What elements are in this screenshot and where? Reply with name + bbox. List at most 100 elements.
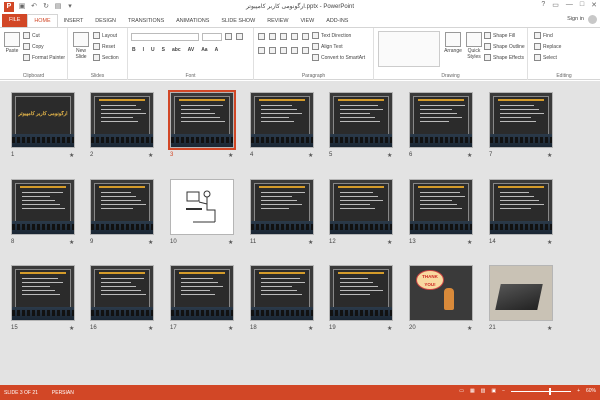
animation-star-icon[interactable]: ★ — [148, 325, 153, 332]
zoom-in-icon[interactable]: + — [577, 388, 580, 394]
bullets-icon[interactable] — [258, 33, 265, 40]
animation-star-icon[interactable]: ★ — [547, 325, 552, 332]
animation-star-icon[interactable]: ★ — [148, 152, 153, 159]
animation-star-icon[interactable]: ★ — [547, 152, 552, 159]
grow-font-button[interactable] — [225, 33, 232, 40]
underline-button[interactable]: U — [151, 47, 155, 53]
ribbon-display-icon[interactable]: ▭ — [552, 1, 559, 9]
slide-thumbnail[interactable] — [489, 265, 553, 321]
language-indicator[interactable]: PERSIAN — [52, 390, 74, 396]
reset-button[interactable]: Reset — [93, 43, 115, 50]
shapes-gallery[interactable] — [378, 31, 440, 67]
slideshow-icon[interactable]: ▣ — [491, 388, 496, 394]
tab-insert[interactable]: INSERT — [58, 15, 90, 27]
convert-smartart-button[interactable]: Convert to SmartArt — [312, 54, 365, 61]
animation-star-icon[interactable]: ★ — [308, 325, 313, 332]
animation-star-icon[interactable]: ★ — [308, 152, 313, 159]
slide-thumbnail[interactable] — [170, 179, 234, 235]
animation-star-icon[interactable]: ★ — [69, 239, 74, 246]
shadow-button[interactable]: abc — [172, 47, 181, 53]
char-spacing-button[interactable]: AV — [188, 47, 195, 53]
close-icon[interactable]: ✕ — [591, 1, 597, 9]
animation-star-icon[interactable]: ★ — [467, 325, 472, 332]
change-case-button[interactable]: Aa — [201, 47, 207, 53]
slide-thumbnail[interactable] — [409, 92, 473, 148]
arrange-button[interactable]: Arrange — [442, 32, 464, 54]
slide-thumbnail[interactable] — [409, 179, 473, 235]
avatar[interactable] — [588, 15, 597, 24]
line-spacing-icon[interactable] — [302, 33, 309, 40]
animation-star-icon[interactable]: ★ — [228, 239, 233, 246]
bold-button[interactable]: B — [132, 47, 136, 53]
slide-thumbnail[interactable] — [90, 265, 154, 321]
slide-thumbnail[interactable] — [11, 179, 75, 235]
font-name-select[interactable] — [131, 33, 199, 41]
reading-view-icon[interactable]: ▥ — [481, 388, 486, 394]
align-left-icon[interactable] — [258, 47, 265, 54]
tab-animations[interactable]: ANIMATIONS — [170, 15, 215, 27]
numbering-icon[interactable] — [269, 33, 276, 40]
tab-file[interactable]: FILE — [2, 14, 28, 27]
animation-star-icon[interactable]: ★ — [387, 239, 392, 246]
copy-button[interactable]: Copy — [23, 43, 44, 50]
replace-button[interactable]: Replace — [534, 43, 561, 50]
shape-effects-button[interactable]: Shape Effects — [484, 54, 524, 61]
normal-view-icon[interactable]: ▭ — [459, 388, 464, 394]
tab-slide-show[interactable]: SLIDE SHOW — [215, 15, 261, 27]
cut-button[interactable]: Cut — [23, 32, 40, 39]
format-painter-button[interactable]: Format Painter — [23, 54, 65, 61]
new-slide-button[interactable]: New Slide — [71, 32, 91, 60]
select-button[interactable]: Select — [534, 54, 557, 61]
align-center-icon[interactable] — [269, 47, 276, 54]
font-color-button[interactable]: A — [215, 47, 219, 53]
animation-star-icon[interactable]: ★ — [467, 152, 472, 159]
animation-star-icon[interactable]: ★ — [387, 325, 392, 332]
slide-thumbnail[interactable] — [250, 265, 314, 321]
section-button[interactable]: Section — [93, 54, 119, 61]
slide-thumbnail[interactable] — [250, 179, 314, 235]
slide-thumbnail[interactable]: ارگونومی کاربر کامپیوتر — [11, 92, 75, 148]
increase-indent-icon[interactable] — [291, 33, 298, 40]
tab-transitions[interactable]: TRANSITIONS — [122, 15, 170, 27]
slide-thumbnail[interactable] — [250, 92, 314, 148]
animation-star-icon[interactable]: ★ — [308, 239, 313, 246]
slide-thumbnail[interactable] — [170, 265, 234, 321]
tab-view[interactable]: VIEW — [294, 15, 320, 27]
animation-star-icon[interactable]: ★ — [148, 239, 153, 246]
animation-star-icon[interactable]: ★ — [228, 325, 233, 332]
paste-button[interactable]: Paste — [3, 32, 21, 54]
maximize-icon[interactable]: □ — [580, 1, 584, 9]
slide-thumbnail[interactable] — [329, 92, 393, 148]
animation-star-icon[interactable]: ★ — [69, 325, 74, 332]
sign-in-link[interactable]: Sign in — [567, 16, 584, 22]
justify-icon[interactable] — [291, 47, 298, 54]
tab-review[interactable]: REVIEW — [261, 15, 294, 27]
zoom-slider[interactable] — [511, 387, 572, 395]
slide-thumbnail[interactable] — [90, 179, 154, 235]
slide-thumbnail[interactable] — [11, 265, 75, 321]
italic-button[interactable]: I — [143, 47, 144, 53]
animation-star-icon[interactable]: ★ — [547, 239, 552, 246]
tab-home[interactable]: HOME — [27, 14, 58, 27]
text-direction-button[interactable]: Text Direction — [312, 32, 351, 39]
strikethrough-button[interactable]: S — [162, 47, 165, 53]
align-text-button[interactable]: Align Text — [312, 43, 343, 50]
decrease-indent-icon[interactable] — [280, 33, 287, 40]
shrink-font-button[interactable] — [236, 33, 243, 40]
layout-button[interactable]: Layout — [93, 32, 117, 39]
animation-star-icon[interactable]: ★ — [69, 152, 74, 159]
slide-thumbnail[interactable]: THANK YOU! — [409, 265, 473, 321]
animation-star-icon[interactable]: ★ — [228, 152, 233, 159]
font-size-select[interactable] — [202, 33, 222, 41]
slide-thumbnail[interactable] — [489, 92, 553, 148]
zoom-level[interactable]: 60% — [586, 388, 596, 394]
slide-thumbnail[interactable] — [90, 92, 154, 148]
tab-add-ins[interactable]: ADD-INS — [320, 15, 354, 27]
slide-thumbnail[interactable] — [168, 90, 236, 150]
animation-star-icon[interactable]: ★ — [387, 152, 392, 159]
help-icon[interactable]: ? — [541, 1, 545, 9]
columns-icon[interactable] — [302, 47, 309, 54]
slide-thumbnail[interactable] — [329, 265, 393, 321]
slide-thumbnail[interactable] — [489, 179, 553, 235]
tab-design[interactable]: DESIGN — [89, 15, 122, 27]
